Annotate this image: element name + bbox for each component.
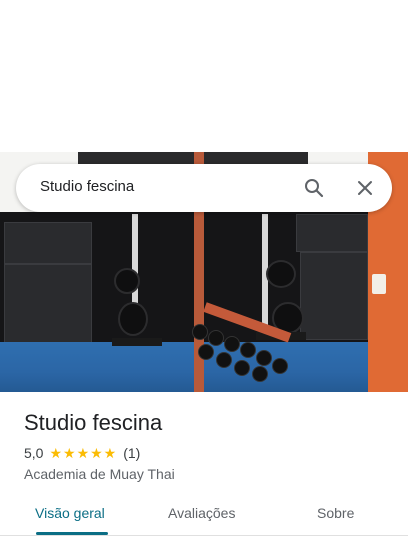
photo-wall-pad xyxy=(296,214,368,252)
review-count[interactable]: (1) xyxy=(123,445,140,461)
search-bar[interactable]: Studio fescina xyxy=(16,164,392,212)
search-input[interactable]: Studio fescina xyxy=(40,178,134,195)
photo-wall-switch xyxy=(372,274,386,294)
rating-row[interactable]: 5,0 ★★★★★ (1) xyxy=(24,444,140,462)
place-category[interactable]: Academia de Muay Thai xyxy=(24,466,175,482)
search-icon[interactable] xyxy=(302,176,326,200)
close-icon[interactable] xyxy=(353,176,377,200)
top-blank-area xyxy=(0,0,408,152)
tabs-divider xyxy=(0,535,408,536)
photo-stand xyxy=(112,338,162,346)
place-title: Studio fescina xyxy=(24,410,163,435)
photo-wall-pad xyxy=(4,222,92,264)
rating-value: 5,0 xyxy=(24,445,44,461)
photo-wall-pad xyxy=(300,252,368,340)
photo-plate xyxy=(118,302,148,336)
star-rating-icon: ★★★★★ xyxy=(49,444,118,461)
tab-reviews[interactable]: Avaliações xyxy=(168,505,235,521)
photo-plate xyxy=(114,268,140,294)
photo-dumbbells xyxy=(188,318,308,384)
photo-wall-pad xyxy=(4,264,92,346)
tab-overview[interactable]: Visão geral xyxy=(35,505,105,521)
tab-about[interactable]: Sobre xyxy=(317,505,354,521)
photo-plate xyxy=(266,260,296,288)
tab-bar: Visão geral Avaliações Sobre xyxy=(0,496,408,540)
